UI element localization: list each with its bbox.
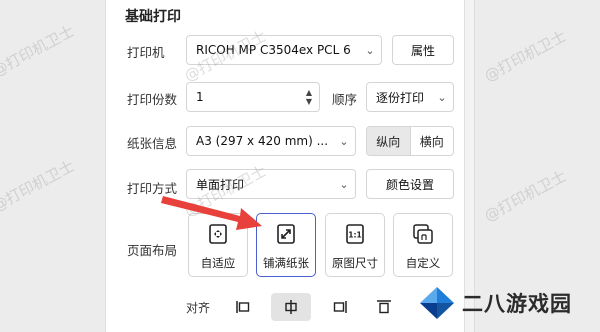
brand-logo: 二八游戏园 [418,285,572,321]
printer-select[interactable]: RICOH MP C3504ex PCL 6 ⌄ [186,35,382,65]
original-size-icon: 1:1 [346,224,364,244]
align-top-icon [377,300,391,314]
copies-label: 打印份数 [127,92,178,107]
landscape-option[interactable]: 横向 [411,127,454,155]
printer-label: 打印机 [127,45,165,60]
layout-option-original[interactable]: 1:1 原图尺寸 [325,213,385,277]
brand-logo-icon [420,287,454,319]
layout-option-fit[interactable]: 自适应 [188,213,248,277]
layout-option-label: 自适应 [200,256,236,270]
align-left-icon [236,301,250,313]
copies-input[interactable]: 1 ▲ ▼ [186,82,320,112]
align-center-icon [285,300,297,314]
fit-adaptive-icon [209,224,227,244]
svg-text:1:1: 1:1 [348,231,361,240]
scrollbar[interactable] [465,0,475,332]
order-value: 逐份打印 [376,90,425,105]
paper-select[interactable]: A3 (297 x 420 mm) ... ⌄ [186,126,356,156]
align-top-button[interactable] [364,293,404,321]
section-title: 基础打印 [125,9,181,25]
layout-option-custom[interactable]: 自定义 [393,213,453,277]
orientation-toggle: 纵向 横向 [366,126,454,156]
copies-value: 1 [196,90,204,104]
layout-option-label: 原图尺寸 [332,256,378,270]
color-settings-button[interactable]: 颜色设置 [366,169,454,199]
layout-option-fill[interactable]: 铺满纸张 [256,213,316,277]
printer-value: RICOH MP C3504ex PCL 6 [196,43,351,57]
stepper-icon[interactable]: ▲ ▼ [299,88,319,106]
order-label: 顺序 [332,92,358,107]
watermark: @打印机卫士 [0,21,78,81]
align-right-icon [333,301,347,313]
properties-button[interactable]: 属性 [392,35,454,65]
align-label: 对齐 [186,301,211,315]
order-select[interactable]: 逐份打印 ⌄ [366,82,454,112]
align-center-button[interactable] [271,293,311,321]
fill-paper-icon [277,224,295,244]
align-right-button[interactable] [320,293,360,321]
portrait-option[interactable]: 纵向 [367,127,411,155]
chevron-down-icon: ⌄ [339,134,349,148]
custom-size-icon [413,224,433,244]
mode-label: 打印方式 [127,181,178,196]
chevron-down-icon: ⌄ [365,43,375,57]
paper-value: A3 (297 x 420 mm) ... [196,134,329,148]
watermark: @打印机卫士 [481,26,570,86]
watermark: @打印机卫士 [0,156,78,216]
paper-label: 纸张信息 [127,136,178,151]
chevron-down-icon: ⌄ [339,177,349,191]
brand-logo-text: 二八游戏园 [462,292,572,316]
chevron-down-icon: ⌄ [437,90,447,104]
watermark: @打印机卫士 [481,166,570,226]
align-left-button[interactable] [223,293,263,321]
mode-value: 单面打印 [196,177,245,192]
mode-select[interactable]: 单面打印 ⌄ [186,169,356,199]
layout-label: 页面布局 [127,243,178,258]
layout-option-label: 自定义 [405,256,441,270]
layout-option-label: 铺满纸张 [263,256,309,270]
